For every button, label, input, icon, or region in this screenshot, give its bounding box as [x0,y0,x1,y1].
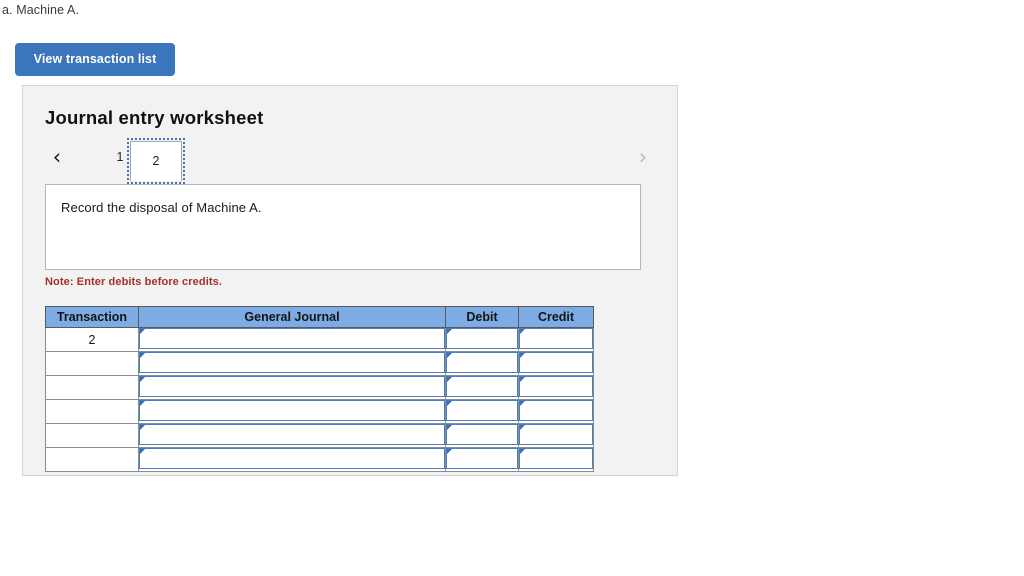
cell-general-journal[interactable] [138,351,446,376]
cell-debit[interactable] [445,447,519,472]
cell-general-journal[interactable] [138,447,446,472]
cell-transaction [45,423,139,448]
view-transaction-list-button[interactable]: View transaction list [15,43,175,76]
worksheet-tabstrip: ‹ 1 2 › [23,138,677,184]
cell-debit[interactable] [445,327,519,352]
cell-transaction [45,399,139,424]
credit-input-row-2[interactable] [519,352,593,373]
table-header-row: Transaction General Journal Debit Credit [45,306,594,328]
cell-transaction [45,351,139,376]
table-row: 2 [45,327,594,352]
column-header-credit: Credit [518,306,594,328]
cell-transaction: 2 [45,327,139,352]
debit-input-row-3[interactable] [446,376,518,397]
journal-entry-table-body: 2 [45,327,594,472]
cell-general-journal[interactable] [138,423,446,448]
worksheet-tab-2[interactable]: 2 [127,138,185,184]
cell-credit[interactable] [518,423,594,448]
journal-entry-table: Transaction General Journal Debit Credit… [45,306,594,472]
credit-input-row-4[interactable] [519,400,593,421]
credit-input-row-3[interactable] [519,376,593,397]
column-header-transaction: Transaction [45,306,139,328]
general-journal-input-row-3[interactable] [139,376,445,397]
general-journal-input-row-5[interactable] [139,424,445,445]
journal-entry-worksheet-card: Journal entry worksheet ‹ 1 2 › Record t… [22,85,678,476]
column-header-general-journal: General Journal [138,306,446,328]
page-title: Journal entry worksheet [45,107,264,128]
general-journal-input-row-6[interactable] [139,448,445,469]
column-header-debit: Debit [445,306,519,328]
cell-credit[interactable] [518,327,594,352]
cell-credit[interactable] [518,351,594,376]
cell-debit[interactable] [445,351,519,376]
debit-input-row-2[interactable] [446,352,518,373]
cell-credit[interactable] [518,447,594,472]
debit-input-row-4[interactable] [446,400,518,421]
prompt-text: a. Machine A. [2,3,80,17]
credit-input-row-1[interactable] [519,328,593,349]
table-row [45,351,594,376]
instruction-text: Record the disposal of Machine A. [61,200,262,215]
cell-credit[interactable] [518,399,594,424]
general-journal-input-row-1[interactable] [139,328,445,349]
chevron-right-icon[interactable]: › [629,144,657,172]
cell-general-journal[interactable] [138,327,446,352]
cell-debit[interactable] [445,423,519,448]
cell-debit[interactable] [445,375,519,400]
cell-transaction [45,375,139,400]
table-row [45,423,594,448]
credit-input-row-5[interactable] [519,424,593,445]
table-row [45,375,594,400]
table-row [45,399,594,424]
debit-input-row-5[interactable] [446,424,518,445]
debits-before-credits-note: Note: Enter debits before credits. [45,276,222,288]
table-row [45,447,594,472]
cell-general-journal[interactable] [138,375,446,400]
debit-input-row-1[interactable] [446,328,518,349]
chevron-left-icon[interactable]: ‹ [43,144,71,172]
general-journal-input-row-4[interactable] [139,400,445,421]
instruction-box: Record the disposal of Machine A. [45,184,641,270]
credit-input-row-6[interactable] [519,448,593,469]
cell-transaction [45,447,139,472]
general-journal-input-row-2[interactable] [139,352,445,373]
debit-input-row-6[interactable] [446,448,518,469]
cell-credit[interactable] [518,375,594,400]
cell-general-journal[interactable] [138,399,446,424]
cell-debit[interactable] [445,399,519,424]
